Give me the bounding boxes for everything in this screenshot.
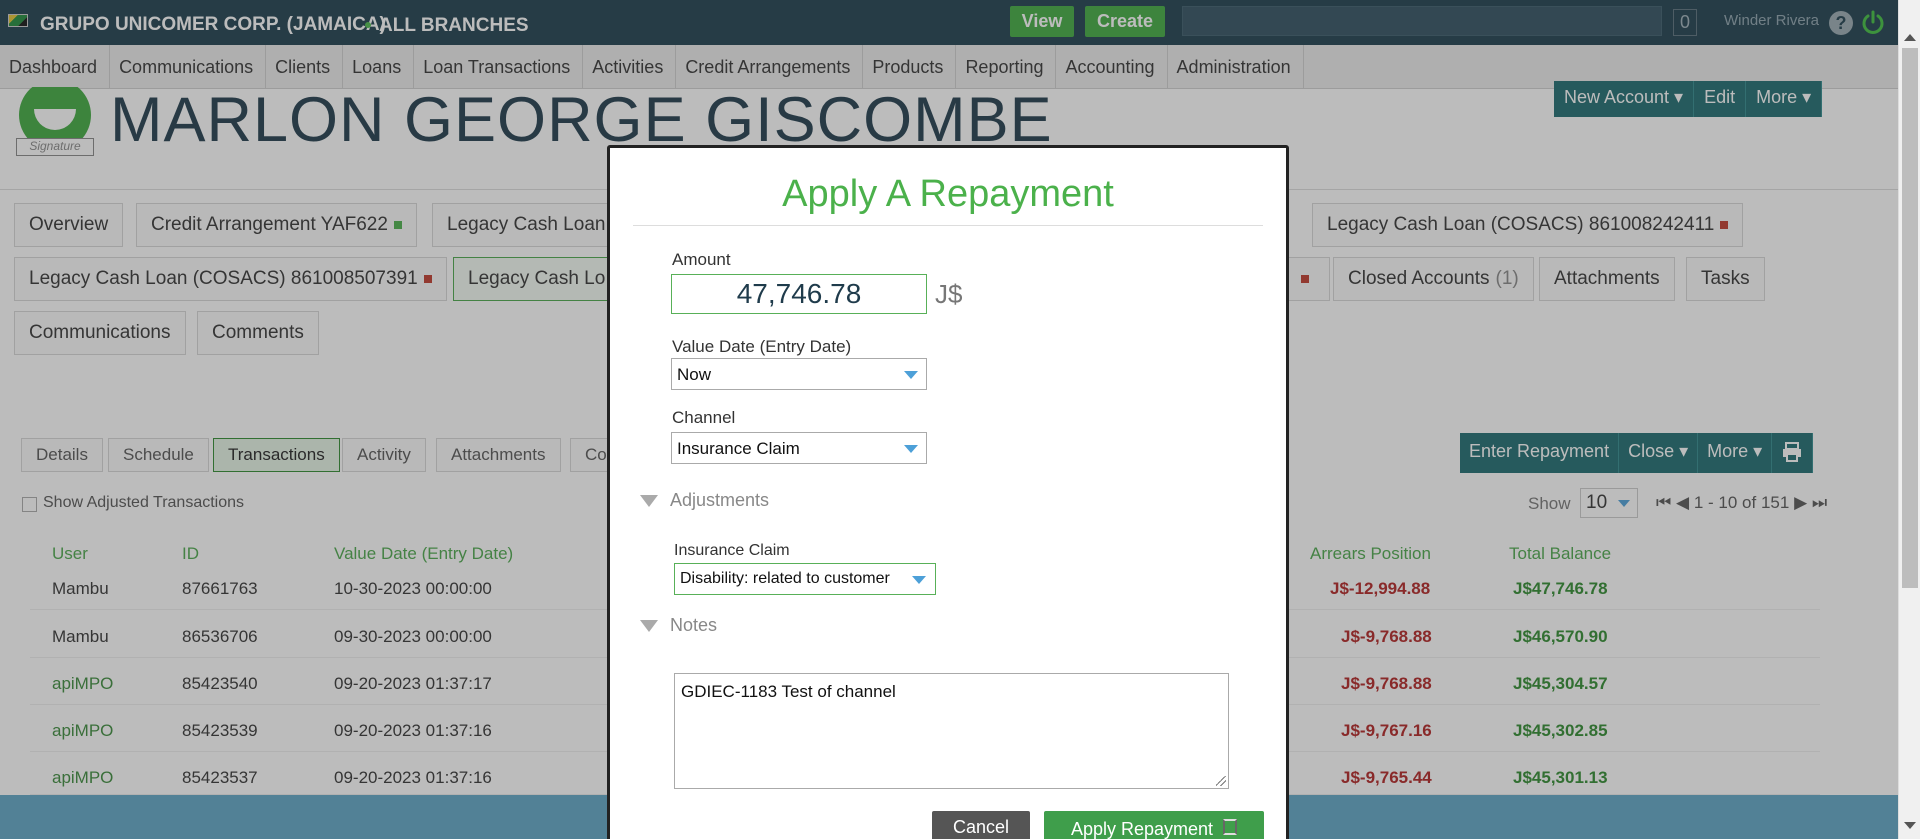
divider — [633, 225, 1263, 226]
loading-spinner-icon — [1223, 819, 1238, 835]
dialog-title: Apply A Repayment — [782, 173, 1114, 215]
scroll-thumb[interactable] — [1902, 48, 1918, 588]
page: GRUPO UNICOMER CORP. (JAMAICA) ALL BRANC… — [0, 0, 1920, 839]
channel-select[interactable]: Insurance Claim — [671, 432, 927, 464]
cancel-button[interactable]: Cancel — [932, 811, 1030, 839]
chevron-down-icon — [904, 445, 918, 453]
notes-text: GDIEC-1183 Test of channel — [681, 682, 896, 701]
chevron-down-icon — [912, 576, 926, 584]
currency-label: J$ — [935, 279, 963, 309]
apply-repayment-dialog: Apply A Repayment Amount 47,746.78 J$ Va… — [607, 145, 1289, 839]
triangle-down-icon — [640, 495, 658, 508]
scrollbar[interactable] — [1898, 0, 1920, 839]
amount-label: Amount — [672, 250, 731, 269]
value-date-select[interactable]: Now — [671, 358, 927, 390]
apply-repayment-button[interactable]: Apply Repayment — [1044, 811, 1264, 839]
adjustments-label: Adjustments — [670, 490, 770, 510]
notes-toggle[interactable]: Notes — [640, 615, 717, 636]
insurance-claim-select[interactable]: Disability: related to customer — [674, 563, 936, 595]
resize-handle-icon[interactable] — [1216, 776, 1226, 786]
apply-repayment-label: Apply Repayment — [1070, 819, 1214, 839]
chevron-down-icon — [904, 371, 918, 379]
insurance-claim-value: Disability: related to customer — [680, 570, 890, 587]
triangle-down-icon — [640, 620, 658, 633]
scroll-up-icon[interactable] — [1904, 34, 1916, 41]
amount-field[interactable]: 47,746.78 — [671, 274, 927, 314]
channel-label: Channel — [672, 408, 736, 427]
value-date-label: Value Date (Entry Date) — [672, 337, 852, 356]
notes-label: Notes — [670, 615, 718, 635]
value-date-value: Now — [677, 365, 712, 384]
notes-textarea[interactable]: GDIEC-1183 Test of channel — [674, 673, 1229, 789]
insurance-claim-label: Insurance Claim — [674, 542, 790, 559]
channel-value: Insurance Claim — [677, 439, 800, 458]
scroll-down-icon[interactable] — [1904, 822, 1916, 829]
adjustments-toggle[interactable]: Adjustments — [640, 490, 769, 511]
